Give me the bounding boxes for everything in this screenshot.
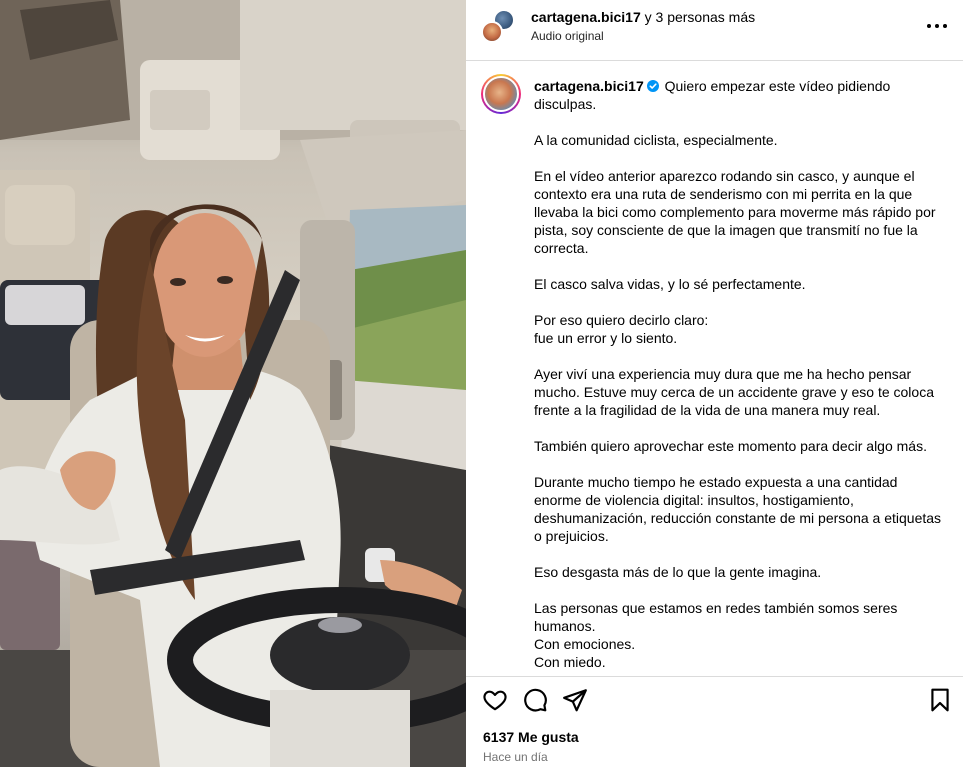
- post-authors: cartagena.bici17 y 3 personas más: [531, 9, 755, 25]
- like-count[interactable]: 6137 Me gusta: [483, 729, 579, 745]
- caption-username[interactable]: cartagena.bici17: [534, 78, 644, 94]
- post-caption: cartagena.bici17 Quiero empezar este víd…: [534, 77, 944, 671]
- more-icon: [927, 24, 947, 28]
- video-frame-illustration: [0, 0, 466, 767]
- comment-button[interactable]: [522, 687, 548, 713]
- caption-text: Quiero empezar este vídeo pidiendo discu…: [534, 78, 942, 670]
- collab-avatars[interactable]: [481, 9, 517, 45]
- avatar[interactable]: [481, 21, 503, 43]
- like-button[interactable]: [482, 687, 508, 713]
- bookmark-icon: [931, 688, 949, 712]
- comment-icon: [524, 688, 547, 712]
- heart-icon: [483, 690, 507, 711]
- verified-badge-icon: [646, 80, 659, 92]
- collab-count[interactable]: y 3 personas más: [645, 9, 756, 25]
- more-options-button[interactable]: [925, 16, 949, 36]
- save-button[interactable]: [927, 687, 953, 713]
- post-actions: 6137 Me gusta Hace un día: [466, 676, 963, 767]
- post-timestamp[interactable]: Hace un día: [483, 750, 548, 764]
- post-header: cartagena.bici17 y 3 personas más Audio …: [466, 0, 963, 61]
- post-side-panel: cartagena.bici17 y 3 personas más Audio …: [466, 0, 963, 767]
- author-username[interactable]: cartagena.bici17: [531, 9, 641, 25]
- share-button[interactable]: [562, 687, 588, 713]
- audio-label[interactable]: Audio original: [531, 29, 604, 43]
- post-video[interactable]: [0, 0, 466, 767]
- caption-section: cartagena.bici17 Quiero empezar este víd…: [466, 62, 963, 675]
- share-icon: [563, 689, 587, 712]
- avatar[interactable]: [481, 74, 521, 114]
